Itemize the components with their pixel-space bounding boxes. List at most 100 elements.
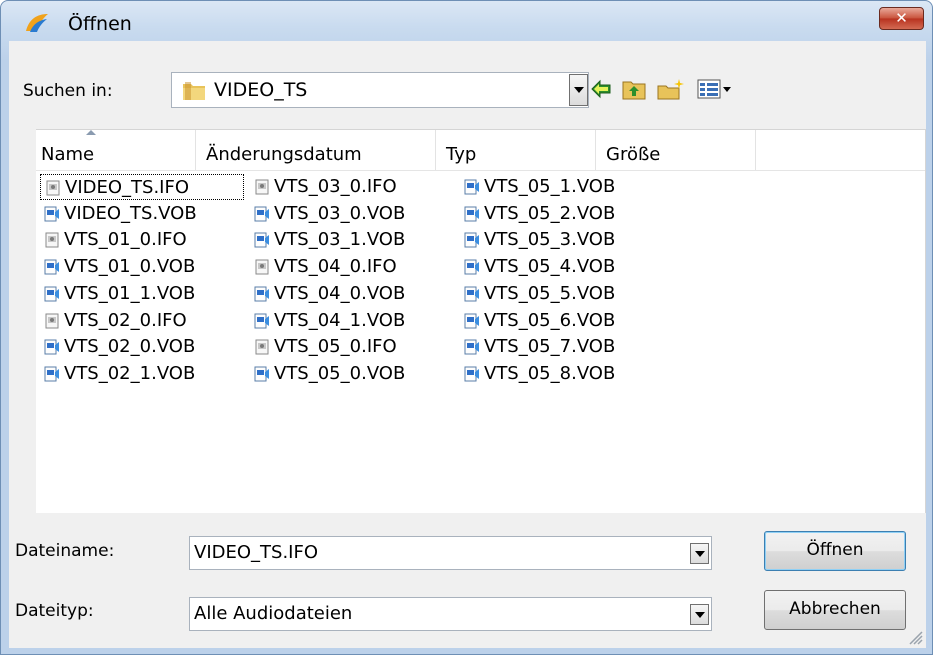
file-name: VTS_03_0.VOB xyxy=(274,203,406,224)
new-folder-icon[interactable] xyxy=(657,78,685,100)
column-name[interactable]: Name xyxy=(36,130,196,170)
file-name: VTS_03_1.VOB xyxy=(274,229,406,250)
vob-video-file-icon xyxy=(464,366,480,382)
vob-video-file-icon xyxy=(464,339,480,355)
file-item[interactable]: VTS_04_0.IFO xyxy=(250,254,448,280)
file-item[interactable]: VTS_03_0.VOB xyxy=(250,201,448,227)
file-name: VTS_05_5.VOB xyxy=(484,283,616,304)
file-name: VTS_05_0.VOB xyxy=(274,363,406,384)
vob-video-file-icon xyxy=(464,206,480,222)
close-icon: ✕ xyxy=(895,9,908,27)
vob-video-file-icon xyxy=(254,232,270,248)
filename-label: Dateiname: xyxy=(15,541,115,561)
file-item[interactable]: VTS_05_4.VOB xyxy=(460,254,650,280)
resize-grip-icon[interactable] xyxy=(907,629,923,645)
ifo-file-icon xyxy=(254,339,270,355)
file-item[interactable]: VTS_05_5.VOB xyxy=(460,281,650,307)
vob-video-file-icon xyxy=(464,232,480,248)
file-item[interactable]: VTS_04_0.VOB xyxy=(250,281,448,307)
view-menu-icon[interactable] xyxy=(697,78,733,100)
filename-dropdown-button[interactable] xyxy=(690,543,709,564)
look-in-combo[interactable]: VIDEO_TS xyxy=(171,72,589,108)
ifo-file-icon xyxy=(44,313,60,329)
vob-video-file-icon xyxy=(254,313,270,329)
file-item[interactable]: VTS_01_0.VOB xyxy=(40,254,244,280)
vob-video-file-icon xyxy=(44,286,60,302)
title-bar[interactable]: Öffnen ✕ xyxy=(1,1,932,35)
filetype-dropdown-button[interactable] xyxy=(690,604,709,625)
file-item[interactable]: VTS_05_0.IFO xyxy=(250,334,448,360)
file-name: VTS_05_2.VOB xyxy=(484,203,616,224)
file-name: VTS_05_8.VOB xyxy=(484,363,616,384)
vob-video-file-icon xyxy=(254,206,270,222)
filename-field[interactable]: VIDEO_TS.IFO xyxy=(189,536,712,570)
close-button[interactable]: ✕ xyxy=(879,7,924,30)
column-size-label: Größe xyxy=(606,144,661,165)
look-in-label: Suchen in: xyxy=(23,81,113,101)
file-item[interactable]: VTS_02_0.VOB xyxy=(40,334,244,360)
column-type[interactable]: Typ xyxy=(436,130,596,170)
file-item[interactable]: VTS_01_1.VOB xyxy=(40,281,244,307)
vob-video-file-icon xyxy=(44,339,60,355)
column-header: Name Änderungsdatum Typ Größe xyxy=(36,130,925,171)
file-item[interactable]: VTS_05_7.VOB xyxy=(460,334,650,360)
file-item[interactable]: VTS_03_1.VOB xyxy=(250,227,448,253)
cancel-button[interactable]: Abbrechen xyxy=(764,590,906,630)
file-name: VTS_05_6.VOB xyxy=(484,310,616,331)
file-name: VTS_02_0.IFO xyxy=(64,310,187,331)
vob-video-file-icon xyxy=(44,206,60,222)
up-folder-icon[interactable] xyxy=(622,78,646,100)
vob-video-file-icon xyxy=(44,259,60,275)
file-item[interactable]: VIDEO_TS.IFO xyxy=(40,174,244,200)
file-name: VTS_05_7.VOB xyxy=(484,336,616,357)
file-item[interactable]: VTS_05_3.VOB xyxy=(460,227,650,253)
look-in-dropdown-button[interactable] xyxy=(569,74,588,106)
file-item[interactable]: VTS_05_1.VOB xyxy=(460,174,650,200)
file-name: VTS_02_1.VOB xyxy=(64,363,196,384)
file-name: VTS_04_1.VOB xyxy=(274,310,406,331)
file-list[interactable]: Name Änderungsdatum Typ Größe VIDEO_TS.I… xyxy=(36,129,926,513)
file-item[interactable]: VTS_02_1.VOB xyxy=(40,361,244,387)
filename-value: VIDEO_TS.IFO xyxy=(194,542,318,563)
vob-video-file-icon xyxy=(464,179,480,195)
file-name: VIDEO_TS.IFO xyxy=(65,177,189,198)
vob-video-file-icon xyxy=(44,366,60,382)
dialog-body: Suchen in: VIDEO_TS Name Änderungsdatum … xyxy=(9,41,926,648)
vob-video-file-icon xyxy=(464,259,480,275)
column-modified[interactable]: Änderungsdatum xyxy=(196,130,436,170)
ifo-file-icon xyxy=(44,232,60,248)
open-dialog: Öffnen ✕ Suchen in: VIDEO_TS Name Änderu… xyxy=(0,0,933,655)
sort-ascending-icon xyxy=(86,130,96,135)
file-name: VIDEO_TS.VOB xyxy=(64,203,197,224)
vob-video-file-icon xyxy=(254,366,270,382)
filetype-label: Dateityp: xyxy=(15,601,94,621)
ifo-file-icon xyxy=(45,180,61,196)
file-name: VTS_04_0.VOB xyxy=(274,283,406,304)
file-name: VTS_01_0.VOB xyxy=(64,256,196,277)
file-item[interactable]: VTS_05_2.VOB xyxy=(460,201,650,227)
column-modified-label: Änderungsdatum xyxy=(206,144,362,165)
file-item[interactable]: VTS_02_0.IFO xyxy=(40,308,244,334)
open-button[interactable]: Öffnen xyxy=(764,531,906,571)
file-item[interactable]: VIDEO_TS.VOB xyxy=(40,201,244,227)
file-item[interactable]: VTS_01_0.IFO xyxy=(40,227,244,253)
file-item[interactable]: VTS_05_6.VOB xyxy=(460,308,650,334)
look-in-value: VIDEO_TS xyxy=(214,79,308,101)
file-item[interactable]: VTS_05_8.VOB xyxy=(460,361,650,387)
file-name: VTS_05_0.IFO xyxy=(274,336,397,357)
filetype-select[interactable]: Alle Audiodateien xyxy=(189,597,712,631)
column-size[interactable]: Größe xyxy=(596,130,756,170)
back-arrow-icon[interactable] xyxy=(590,78,612,100)
vob-video-file-icon xyxy=(464,286,480,302)
file-item[interactable]: VTS_03_0.IFO xyxy=(250,174,448,200)
file-name: VTS_05_1.VOB xyxy=(484,176,616,197)
column-name-label: Name xyxy=(41,144,95,165)
window-title: Öffnen xyxy=(68,13,132,35)
file-name: VTS_01_0.IFO xyxy=(64,229,187,250)
filetype-value: Alle Audiodateien xyxy=(194,603,353,624)
file-item[interactable]: VTS_05_0.VOB xyxy=(250,361,448,387)
file-item[interactable]: VTS_04_1.VOB xyxy=(250,308,448,334)
app-logo-icon xyxy=(26,14,48,32)
column-type-label: Typ xyxy=(446,144,477,165)
folder-icon xyxy=(183,82,205,100)
